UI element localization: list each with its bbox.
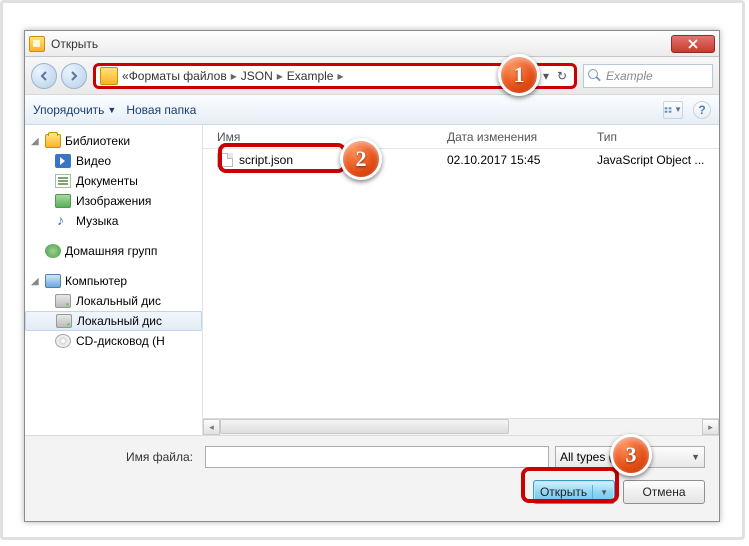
music-icon — [55, 214, 71, 228]
drive-icon — [56, 314, 72, 328]
breadcrumb-prefix: « — [122, 69, 129, 83]
chevron-right-icon: ▸ — [277, 69, 283, 83]
sidebar-item-computer[interactable]: ◢ Компьютер — [25, 271, 202, 291]
filename-input[interactable] — [205, 446, 549, 468]
search-placeholder: Example — [606, 69, 653, 83]
video-icon — [55, 154, 71, 168]
chevron-down-icon: ▼ — [107, 105, 116, 115]
view-options-button[interactable]: ▼ — [663, 101, 683, 119]
sidebar-item-videos[interactable]: Видео — [25, 151, 202, 171]
chevron-right-icon: ▸ — [231, 69, 237, 83]
folder-icon — [100, 67, 118, 85]
annotation-highlight-3 — [521, 467, 619, 503]
nav-row: « Форматы файлов▸ JSON▸ Example▸ ▾ ↻ Exa… — [25, 57, 719, 95]
cd-icon — [55, 334, 71, 348]
libraries-icon — [45, 134, 61, 148]
nav-sidebar: ◢ Библиотеки Видео Документы Изображения… — [25, 125, 203, 435]
scroll-left-button[interactable]: ◂ — [203, 419, 220, 435]
sidebar-item-homegroup[interactable]: Домашняя групп — [25, 241, 202, 261]
window-title: Открыть — [51, 37, 671, 51]
file-type: JavaScript Object ... — [597, 153, 719, 167]
breadcrumb-item[interactable]: JSON▸ — [241, 69, 287, 83]
breadcrumb-item[interactable]: Форматы файлов▸ — [129, 69, 241, 83]
column-header-name[interactable]: Имя — [217, 130, 447, 144]
collapse-icon[interactable]: ◢ — [31, 136, 41, 147]
close-button[interactable] — [671, 35, 715, 53]
drive-icon — [55, 294, 71, 308]
organize-menu[interactable]: Упорядочить ▼ — [33, 103, 116, 117]
annotation-badge-1: 1 — [498, 54, 540, 96]
chevron-right-icon: ▸ — [337, 69, 343, 83]
refresh-icon[interactable]: ↻ — [554, 69, 570, 83]
collapse-icon[interactable]: ◢ — [31, 276, 41, 287]
horizontal-scrollbar[interactable]: ◂ ▸ — [203, 418, 719, 435]
sidebar-item-documents[interactable]: Документы — [25, 171, 202, 191]
app-icon — [29, 36, 45, 52]
homegroup-icon — [45, 244, 61, 258]
scroll-right-button[interactable]: ▸ — [702, 419, 719, 435]
annotation-badge-2: 2 — [340, 138, 382, 180]
help-button[interactable]: ? — [693, 101, 711, 119]
sidebar-item-cd-drive[interactable]: CD-дисковод (Н — [25, 331, 202, 351]
toolbar: Упорядочить ▼ Новая папка ▼ ? — [25, 95, 719, 125]
filename-label: Имя файла: — [39, 450, 199, 464]
annotation-badge-3: 3 — [610, 434, 652, 476]
cancel-button[interactable]: Отмена — [623, 480, 705, 504]
column-header-type[interactable]: Тип — [597, 130, 719, 144]
sidebar-item-local-disk[interactable]: Локальный дис — [25, 291, 202, 311]
scroll-thumb[interactable] — [220, 419, 509, 434]
sidebar-item-local-disk[interactable]: Локальный дис — [25, 311, 202, 331]
documents-icon — [55, 174, 71, 188]
new-folder-button[interactable]: Новая папка — [126, 103, 196, 117]
file-date: 02.10.2017 15:45 — [447, 153, 597, 167]
titlebar: Открыть — [25, 31, 719, 57]
sidebar-item-libraries[interactable]: ◢ Библиотеки — [25, 131, 202, 151]
search-icon — [588, 69, 602, 83]
pictures-icon — [55, 194, 71, 208]
column-header-date[interactable]: Дата изменения — [447, 130, 597, 144]
chevron-down-icon: ▼ — [691, 452, 700, 462]
scroll-track[interactable] — [220, 419, 702, 435]
close-icon — [688, 39, 698, 49]
annotation-highlight-2 — [218, 143, 346, 173]
search-input[interactable]: Example — [583, 64, 713, 88]
sidebar-item-music[interactable]: Музыка — [25, 211, 202, 231]
forward-button[interactable] — [61, 63, 87, 89]
breadcrumb-item[interactable]: Example▸ — [287, 69, 348, 83]
address-dropdown-icon[interactable]: ▾ — [538, 69, 554, 83]
back-button[interactable] — [31, 63, 57, 89]
sidebar-item-pictures[interactable]: Изображения — [25, 191, 202, 211]
computer-icon — [45, 274, 61, 288]
